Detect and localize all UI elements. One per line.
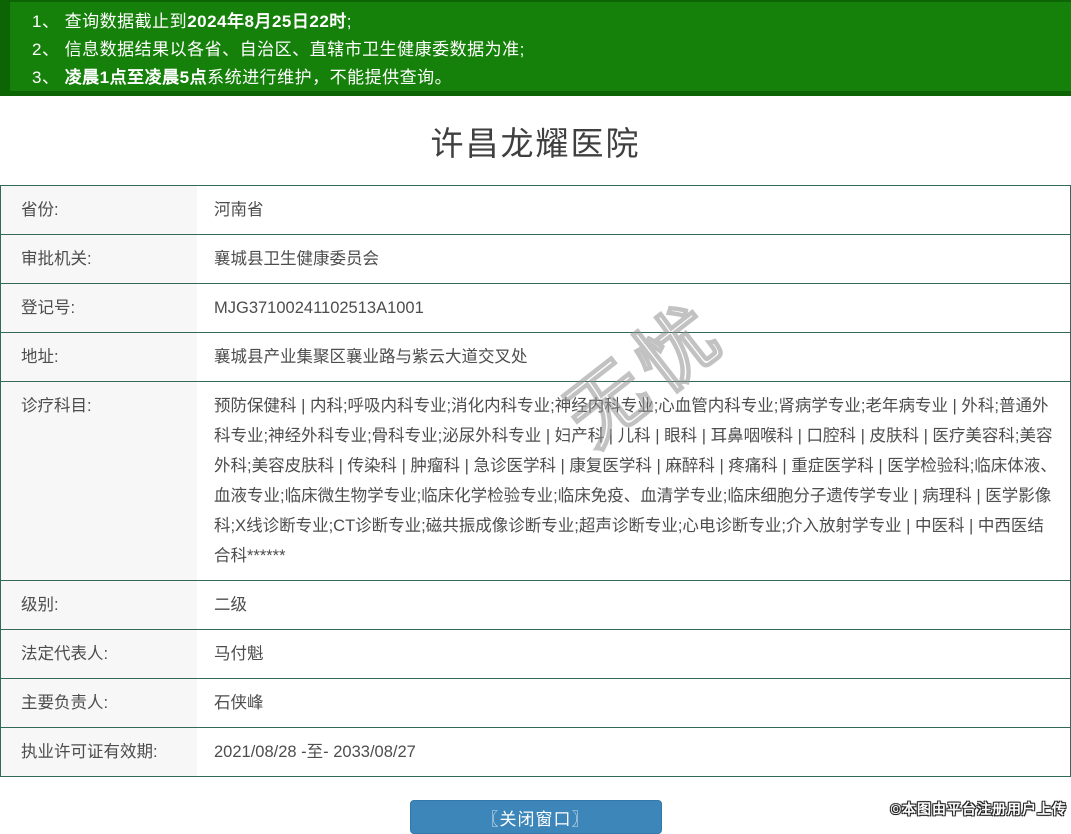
table-row: 主要负责人: 石侠峰 xyxy=(1,679,1070,728)
row-value: 二级 xyxy=(214,596,247,614)
row-label: 省份: xyxy=(1,186,197,234)
notice-1-bold-text: 2024年8月25日22时 xyxy=(187,12,347,31)
page-title: 许昌龙耀医院 xyxy=(430,124,641,162)
notice-line-2: 2、 信息数据结果以各省、自治区、直辖市卫生健康委数据为准; xyxy=(32,36,1071,64)
table-row: 诊疗科目: 预防保健科 | 内科;呼吸内科专业;消化内科专业;神经内科专业;心血… xyxy=(1,382,1070,581)
close-window-button[interactable]: 〖关闭窗口〗 xyxy=(409,800,662,834)
notice-3-text: 3、 xyxy=(32,68,65,87)
table-row: 级别: 二级 xyxy=(1,581,1070,630)
row-value: MJG37100241102513A1001 xyxy=(214,299,424,317)
title-area: 许昌龙耀医院 xyxy=(0,96,1071,185)
table-row: 登记号: MJG37100241102513A1001 xyxy=(1,284,1070,333)
notice-3-suffix: 系统进行维护，不能提供查询。 xyxy=(207,68,453,87)
row-label: 法定代表人: xyxy=(1,630,197,678)
table-row: 法定代表人: 马付魁 xyxy=(1,630,1070,679)
copyright-stamp: ©本图由平台注册用户上传 xyxy=(890,801,1067,817)
row-label: 登记号: xyxy=(1,284,197,332)
table-row: 审批机关: 襄城县卫生健康委员会 xyxy=(1,235,1070,284)
row-label: 级别: xyxy=(1,581,197,629)
row-label: 主要负责人: xyxy=(1,679,197,727)
row-value: 预防保健科 | 内科;呼吸内科专业;消化内科专业;神经内科专业;心血管内科专业;… xyxy=(214,397,1057,565)
row-value: 石侠峰 xyxy=(214,694,264,712)
table-row: 执业许可证有效期: 2021/08/28 -至- 2033/08/27 xyxy=(1,728,1070,777)
notice-3-bold-text: 凌晨1点至凌晨5点 xyxy=(64,68,208,87)
notice-line-1: 1、 查询数据截止到2024年8月25日22时; xyxy=(32,8,1071,36)
table-row: 省份: 河南省 xyxy=(1,186,1070,235)
row-label: 诊疗科目: xyxy=(1,382,197,580)
notice-1-suffix: ; xyxy=(346,12,353,31)
table-row: 地址: 襄城县产业集聚区襄业路与紫云大道交叉处 xyxy=(1,333,1070,382)
row-value: 2021/08/28 -至- 2033/08/27 xyxy=(214,743,416,761)
notice-banner: 1、 查询数据截止到2024年8月25日22时; 2、 信息数据结果以各省、自治… xyxy=(0,0,1071,96)
info-table: 省份: 河南省 审批机关: 襄城县卫生健康委员会 登记号: MJG3710024… xyxy=(0,185,1071,777)
row-value: 襄城县产业集聚区襄业路与紫云大道交叉处 xyxy=(214,348,528,366)
row-label: 执业许可证有效期: xyxy=(1,728,197,776)
row-label: 审批机关: xyxy=(1,235,197,283)
notice-line-3: 3、 凌晨1点至凌晨5点系统进行维护，不能提供查询。 xyxy=(32,64,1071,92)
notice-2-text: 2、 信息数据结果以各省、自治区、直辖市卫生健康委数据为准; xyxy=(32,40,525,59)
row-value: 河南省 xyxy=(214,201,264,219)
notice-1-text: 1、 查询数据截止到 xyxy=(32,12,188,31)
row-value: 马付魁 xyxy=(214,645,264,663)
row-label: 地址: xyxy=(1,333,197,381)
row-value: 襄城县卫生健康委员会 xyxy=(214,250,379,268)
